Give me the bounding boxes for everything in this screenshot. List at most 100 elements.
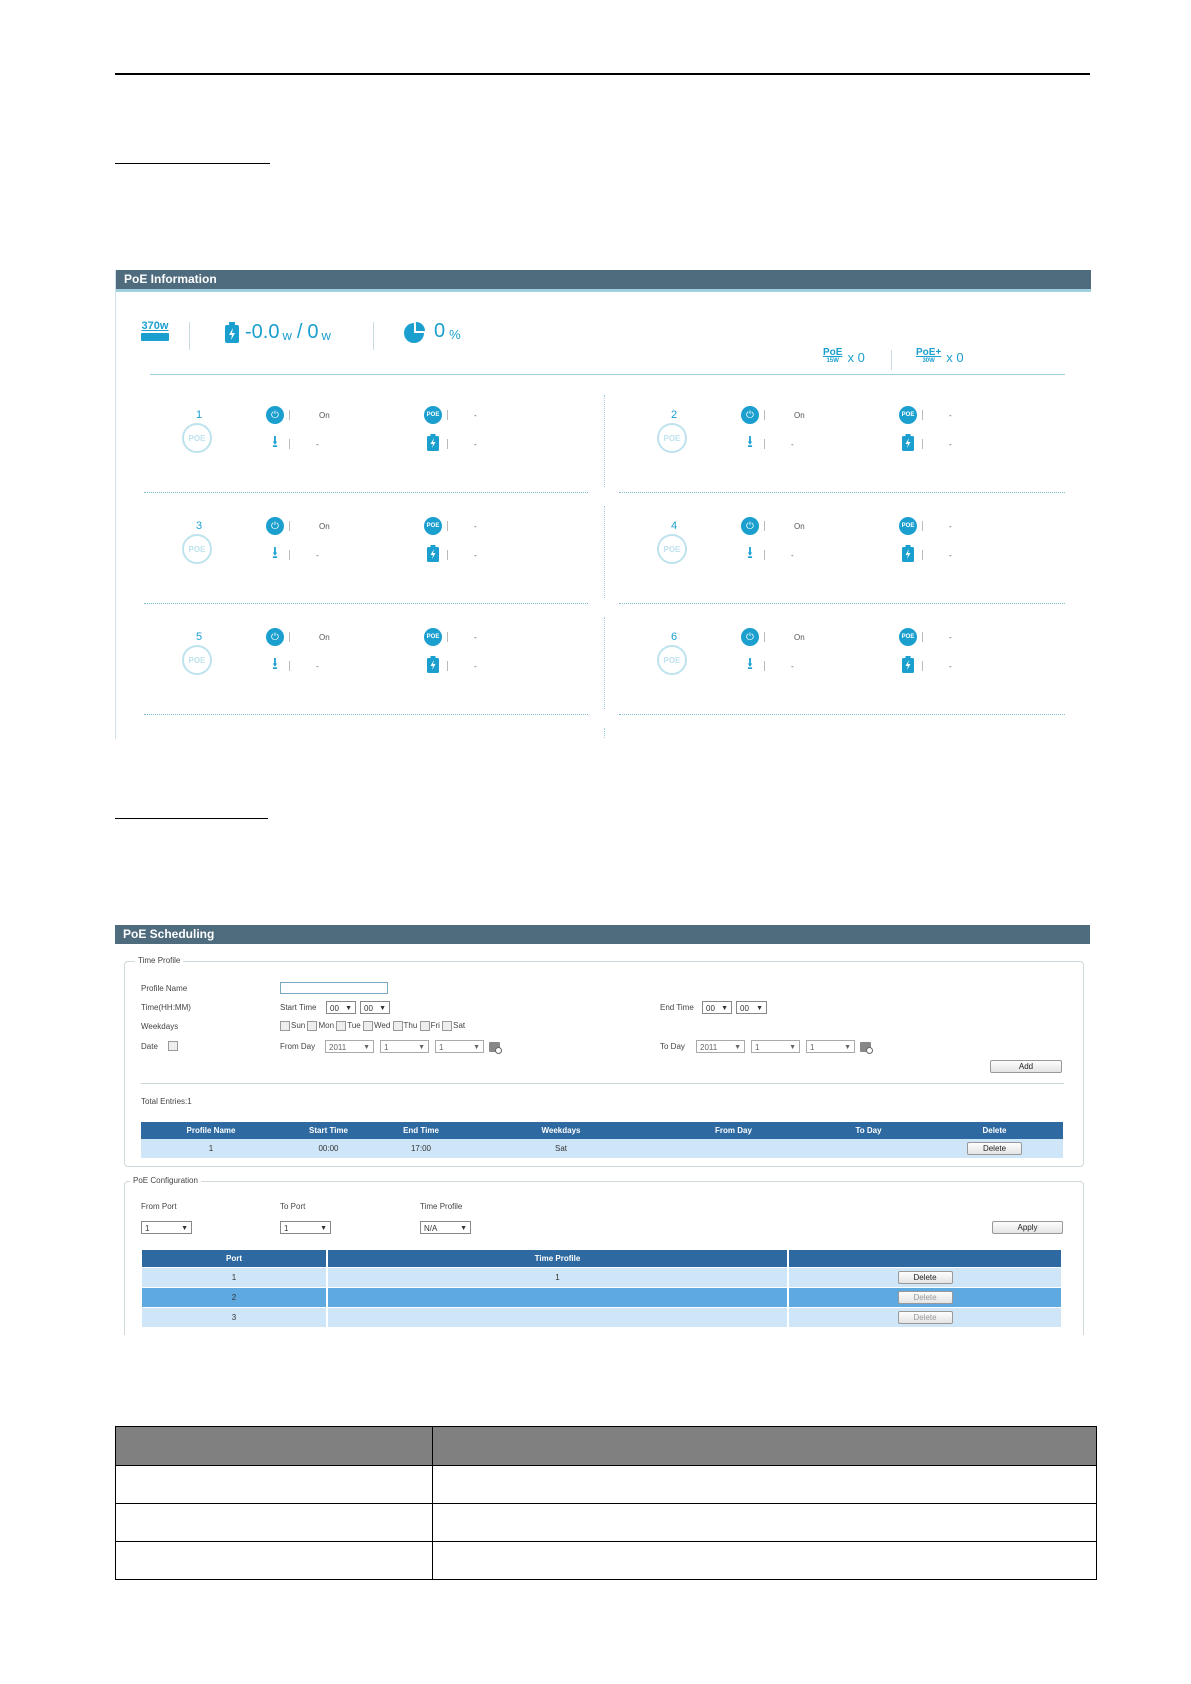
port-power-value: - <box>474 662 477 671</box>
to-port-select[interactable]: 1 ▼ <box>280 1221 331 1234</box>
poe-30w-count: PoE+ 30W x 0 <box>916 348 964 366</box>
summary-divider <box>373 322 374 350</box>
col-start-time: Start Time <box>281 1122 376 1139</box>
port-cell-6: 6 POE ⏻ On ⭳ - POE - - <box>619 618 1089 730</box>
budget-text: 370w <box>141 320 169 332</box>
col-profile-name: Profile Name <box>141 1122 281 1139</box>
table-row: 3 Delete <box>142 1307 1063 1327</box>
day-thu-checkbox[interactable]: Thu <box>392 1021 417 1031</box>
mini-divider <box>289 632 290 642</box>
cell-to-day <box>811 1139 926 1158</box>
day-sat-checkbox[interactable]: Sat <box>442 1021 465 1031</box>
mini-divider <box>764 439 765 449</box>
download-tray-icon: ⭳ <box>272 542 278 562</box>
mini-divider <box>764 521 765 531</box>
table-row: 1 00:00 17:00 Sat Delete <box>141 1139 1063 1158</box>
port-class-value: - <box>791 551 794 560</box>
day-mon-checkbox[interactable]: Mon <box>307 1021 334 1031</box>
add-button[interactable]: Add <box>990 1060 1062 1073</box>
poe-information-panel: PoE Information 370w -0.0 w / 0 w 0 % Po… <box>115 270 1091 739</box>
from-port-label: From Port <box>141 1202 177 1211</box>
battery-icon <box>901 656 915 674</box>
poe-summary: 370w -0.0 w / 0 w 0 % PoE 15W x 0 PoE+ 3… <box>116 292 1091 380</box>
delete-profile-button[interactable]: Delete <box>967 1142 1022 1155</box>
page-top-rule <box>115 73 1090 75</box>
port-number: 4 <box>670 520 678 532</box>
poe-status-icon: POE <box>899 628 917 646</box>
poe-priority-value: - <box>949 633 952 642</box>
mini-divider <box>764 550 765 560</box>
cell-time-profile <box>327 1287 789 1308</box>
poe-15w-count-value: x 0 <box>847 349 865 365</box>
start-time-label: Start Time <box>280 1003 317 1012</box>
port-power-value: - <box>949 662 952 671</box>
delete-port-button[interactable]: Delete <box>897 1291 953 1304</box>
mini-divider <box>447 521 448 531</box>
calendar-icon[interactable] <box>860 1042 873 1054</box>
time-profile-select[interactable]: N/A ▼ <box>420 1221 471 1234</box>
port-cell-5: 5 POE ⏻ On ⭳ - POE - - <box>144 618 614 730</box>
end-minute-select[interactable]: 00 ▼ <box>736 1001 767 1014</box>
mini-divider <box>764 410 765 420</box>
to-month-select[interactable]: 1 ▼ <box>751 1040 800 1053</box>
port-cell-3: 3 POE ⏻ On ⭳ - POE - - <box>144 507 614 619</box>
to-year-select[interactable]: 2011 ▼ <box>696 1040 745 1053</box>
start-minute-select[interactable]: 00 ▼ <box>360 1001 390 1014</box>
from-month-select[interactable]: 1 ▼ <box>380 1040 429 1053</box>
usage-unit: % <box>449 327 461 342</box>
from-year-select[interactable]: 2011 ▼ <box>325 1040 374 1053</box>
port-class-value: - <box>791 662 794 671</box>
power-state-icon: ⏻ <box>741 517 759 535</box>
delete-port-button[interactable]: Delete <box>897 1311 953 1324</box>
panel-title: PoE Information <box>116 270 1091 292</box>
port-power-value: - <box>949 551 952 560</box>
start-hour-select[interactable]: 00 ▼ <box>326 1001 356 1014</box>
to-day-label: To Day <box>660 1042 685 1051</box>
end-hour-select[interactable]: 00 ▼ <box>702 1001 732 1014</box>
delete-port-button[interactable]: Delete <box>897 1271 953 1284</box>
day-fri-checkbox[interactable]: Fri <box>419 1021 440 1031</box>
col-end-time: End Time <box>376 1122 466 1139</box>
calendar-icon[interactable] <box>489 1042 502 1054</box>
poe-priority-value: - <box>474 411 477 420</box>
cell-delete: Delete <box>788 1267 1063 1288</box>
cell-delete: Delete <box>788 1307 1063 1327</box>
day-tue-checkbox[interactable]: Tue <box>336 1021 361 1031</box>
cell-port: 2 <box>142 1287 328 1308</box>
mini-divider <box>289 439 290 449</box>
port-power-value: - <box>949 440 952 449</box>
cell-end-time: 17:00 <box>376 1139 466 1158</box>
summary-divider-line <box>150 374 1065 375</box>
profile-name-input[interactable] <box>280 982 388 994</box>
divider <box>141 1083 1064 1084</box>
poe-30w-count-value: x 0 <box>946 349 964 365</box>
mini-divider <box>447 550 448 560</box>
power-state-value: On <box>794 633 805 642</box>
mini-divider <box>447 661 448 671</box>
day-sun-checkbox[interactable]: Sun <box>280 1021 305 1031</box>
col-to-day: To Day <box>811 1122 926 1139</box>
mini-divider <box>922 550 923 560</box>
power-separator: / <box>296 321 303 343</box>
time-format-label: Time(HH:MM) <box>141 1003 191 1012</box>
power-used-value: -0.0 <box>245 321 280 343</box>
mini-divider <box>289 410 290 420</box>
col-from-day: From Day <box>656 1122 811 1139</box>
profile-name-label: Profile Name <box>141 984 188 993</box>
day-wed-checkbox[interactable]: Wed <box>363 1021 390 1031</box>
time-profile-table: Profile Name Start Time End Time Weekday… <box>141 1122 1063 1158</box>
date-checkbox[interactable] <box>168 1041 178 1051</box>
pie-chart-icon <box>404 321 425 343</box>
from-day-select[interactable]: 1 ▼ <box>435 1040 484 1053</box>
poe-15w-count: PoE 15W x 0 <box>823 348 865 366</box>
mini-divider <box>922 521 923 531</box>
apply-button[interactable]: Apply <box>992 1221 1063 1234</box>
table-row: 2 Delete <box>142 1287 1063 1308</box>
mini-divider <box>922 410 923 420</box>
from-port-select[interactable]: 1 ▼ <box>141 1221 192 1234</box>
poe-status-icon: POE <box>424 406 442 424</box>
to-day-select[interactable]: 1 ▼ <box>806 1040 855 1053</box>
mini-divider <box>922 439 923 449</box>
poe-configuration-legend: PoE Configuration <box>130 1176 201 1185</box>
mini-divider <box>289 661 290 671</box>
